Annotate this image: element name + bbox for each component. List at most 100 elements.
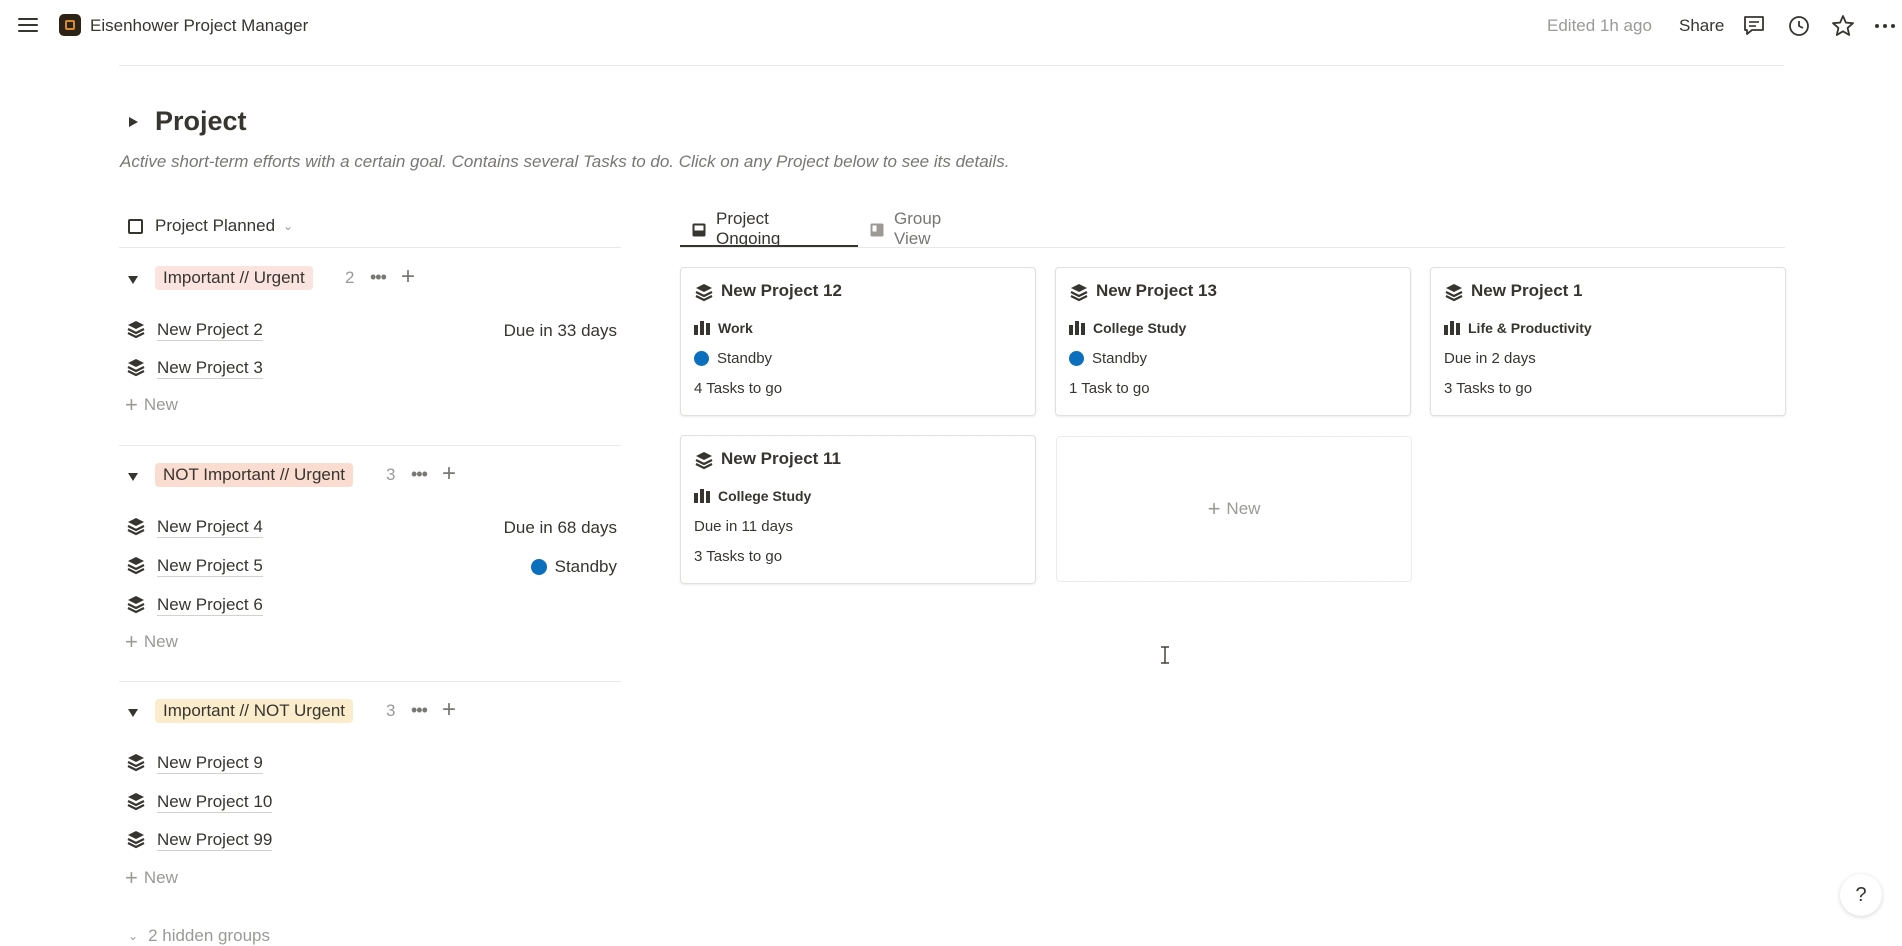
area-icon: [694, 321, 710, 335]
list-item[interactable]: New Project 5 Standby: [119, 547, 621, 583]
card-area: College Study: [1069, 320, 1186, 336]
card-due: Due in 11 days: [694, 518, 793, 535]
area-label: College Study: [1093, 320, 1187, 336]
list-item[interactable]: New Project 99: [119, 821, 621, 857]
plus-icon: +: [1207, 496, 1221, 521]
group-count: 2: [345, 268, 355, 287]
list-view-icon: [128, 218, 143, 234]
menu-icon[interactable]: [16, 14, 40, 36]
group-tag[interactable]: NOT Important // Urgent: [155, 463, 354, 487]
gallery-card[interactable]: New Project 13 College Study Standby 1 T…: [1055, 267, 1411, 416]
plus-icon: +: [125, 629, 138, 654]
divider: [119, 247, 621, 248]
add-icon[interactable]: +: [442, 696, 456, 724]
group-important-urgent: Important // Urgent 2 ••• + New Project …: [119, 263, 621, 446]
gallery-card[interactable]: New Project 1 Life & Productivity Due in…: [1430, 267, 1786, 416]
plus-icon: +: [125, 865, 138, 890]
collapse-triangle-icon[interactable]: [127, 705, 139, 717]
edited-timestamp[interactable]: Edited 1h ago: [1547, 16, 1652, 36]
gallery-view-icon: [692, 222, 706, 237]
new-label: New: [1226, 499, 1261, 518]
new-item-button[interactable]: + New: [125, 392, 178, 417]
item-name: New Project 4: [157, 517, 263, 538]
add-icon[interactable]: +: [442, 460, 456, 488]
stack-icon: [126, 357, 146, 377]
stack-icon: [1069, 282, 1089, 302]
toggle-triangle-icon[interactable]: [127, 115, 139, 127]
group-tag[interactable]: Important // Urgent: [155, 266, 313, 290]
list-item[interactable]: New Project 4 Due in 68 days: [119, 508, 621, 544]
card-tasks: 4 Tasks to go: [694, 380, 783, 397]
status-dot-icon: [530, 559, 547, 575]
card-area: College Study: [694, 488, 811, 504]
group-not-important-urgent: NOT Important // Urgent 3 ••• + New Proj…: [119, 460, 621, 682]
list-item[interactable]: New Project 2 Due in 33 days: [119, 311, 621, 347]
stack-icon: [1444, 282, 1464, 302]
history-icon[interactable]: [1786, 13, 1812, 39]
share-button[interactable]: Share: [1679, 16, 1724, 36]
more-icon[interactable]: •••: [370, 267, 387, 288]
group-tag[interactable]: Important // NOT Urgent: [155, 699, 354, 723]
page-logo-icon: [59, 14, 81, 36]
area-label: Work: [718, 320, 753, 336]
active-tab-indicator: [680, 245, 858, 247]
item-name: New Project 5: [157, 556, 263, 577]
add-icon[interactable]: +: [401, 263, 415, 291]
list-item[interactable]: New Project 6: [119, 586, 621, 622]
page-breadcrumb-title[interactable]: Eisenhower Project Manager: [90, 16, 308, 36]
group-count: 3: [386, 701, 396, 720]
hidden-groups-toggle[interactable]: ⌄ 2 hidden groups: [128, 926, 270, 946]
tab-project-ongoing[interactable]: Project Ongoing: [692, 209, 781, 248]
new-item-button[interactable]: + New: [125, 865, 178, 890]
more-icon[interactable]: [1872, 13, 1898, 39]
card-title: New Project 11: [721, 449, 842, 468]
card-due: Due in 2 days: [1444, 350, 1536, 367]
group-count: 3: [386, 465, 396, 484]
view-selector-project-planned[interactable]: Project Planned ⌄: [128, 214, 293, 238]
stack-icon: [126, 594, 146, 614]
card-title: New Project 12: [721, 281, 842, 300]
stack-icon: [126, 829, 146, 849]
item-name: New Project 9: [157, 753, 263, 774]
new-card-button[interactable]: + New: [1056, 436, 1412, 582]
divider: [680, 247, 1785, 248]
view-name: Project Planned: [155, 216, 276, 235]
stack-icon: [126, 319, 146, 339]
new-label: New: [143, 395, 178, 414]
area-icon: [694, 489, 710, 503]
list-item[interactable]: New Project 9: [119, 744, 621, 780]
collapse-triangle-icon[interactable]: [127, 469, 139, 481]
collapse-triangle-icon[interactable]: [127, 272, 139, 284]
topbar: Eisenhower Project Manager Edited 1h ago…: [0, 0, 1902, 52]
comments-icon[interactable]: [1741, 13, 1767, 39]
status-dot-icon: [1069, 351, 1084, 366]
due-date: Due in 33 days: [503, 321, 617, 340]
tab-label: Project Ongoing: [716, 209, 781, 248]
more-icon[interactable]: •••: [411, 700, 428, 721]
list-item[interactable]: New Project 3: [119, 349, 621, 385]
status-label: Standby: [554, 557, 617, 576]
stack-icon: [694, 282, 714, 302]
card-title: New Project 13: [1096, 281, 1217, 300]
list-item[interactable]: New Project 10: [119, 783, 621, 819]
status-label: Standby: [1092, 350, 1148, 367]
page-description[interactable]: Active short-term efforts with a certain…: [120, 152, 1009, 172]
area-icon: [1069, 321, 1085, 335]
more-icon[interactable]: •••: [411, 464, 428, 485]
stack-icon: [126, 752, 146, 772]
card-tasks: 1 Task to go: [1069, 380, 1150, 397]
new-item-button[interactable]: + New: [125, 629, 178, 654]
tab-group-view[interactable]: Group View: [870, 209, 941, 248]
stack-icon: [126, 791, 146, 811]
gallery-card[interactable]: New Project 12 Work Standby 4 Tasks to g…: [680, 267, 1036, 416]
card-area: Work: [694, 320, 753, 336]
card-title: New Project 1: [1471, 281, 1583, 300]
status-badge: Standby: [530, 557, 617, 577]
help-button[interactable]: ?: [1840, 874, 1882, 916]
star-icon[interactable]: [1830, 13, 1856, 39]
stack-icon: [126, 555, 146, 575]
gallery-card[interactable]: New Project 11 College Study Due in 11 d…: [680, 435, 1036, 584]
status-label: Standby: [717, 350, 773, 367]
page-title[interactable]: Project: [155, 106, 247, 137]
item-name: New Project 3: [157, 358, 263, 379]
